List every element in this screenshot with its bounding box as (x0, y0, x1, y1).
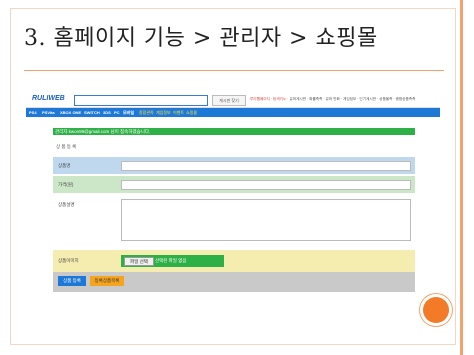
submit-product-button[interactable]: 상품 등록 (58, 276, 86, 286)
image-label: 상품이미지 (58, 258, 79, 263)
price-label: 가격(원) (58, 182, 74, 187)
nav-item-pc[interactable]: PC (114, 110, 120, 115)
site-logo[interactable]: RULIWEB (32, 95, 65, 102)
nav-item-3ds[interactable]: 3DS (103, 110, 111, 115)
file-select-button[interactable]: 파일 선택 (124, 257, 154, 266)
slide-title: 3. 홈페이지 기능 > 관리자 > 쇼핑몰 (24, 26, 378, 51)
admin-screenshot: RULIWEB 게시판 찾기 루리웹페이지 · 탐색키노 · 유머게시판 · 확… (26, 92, 440, 294)
nav-item-mobile[interactable]: 모바일 (123, 110, 134, 116)
nav-item-shop[interactable]: 쇼핑몰 (186, 110, 197, 116)
site-header: RULIWEB 게시판 찾기 루리웹페이지 · 탐색키노 · 유머게시판 · 확… (26, 92, 440, 108)
product-list-button[interactable]: 등록상품목록 (90, 276, 124, 286)
product-name-row: 상품명 (53, 157, 415, 174)
product-name-input[interactable] (121, 161, 411, 171)
nav-item-switch[interactable]: SWITCH (84, 110, 100, 115)
nav-item-hub[interactable]: 종합관족 (139, 110, 154, 116)
description-label: 상품설명 (58, 202, 75, 207)
search-button[interactable]: 게시판 찾기 (212, 95, 246, 106)
description-textarea[interactable] (121, 199, 411, 241)
top-links[interactable]: 루리웹페이지 · 탐색키노 · 유머게시판 · 확률족족 · 유머 만화 · 게… (250, 97, 415, 102)
slide-accent-bar (460, 0, 463, 355)
slide-accent-circle (423, 297, 449, 323)
login-notice: 관리자 kwon99@gmail.com 님이 접속하였습니다. (53, 128, 415, 135)
product-name-label: 상품명 (58, 163, 71, 168)
nav-item-event[interactable]: 이벤트 (173, 110, 184, 116)
form-footer: 상품 등록 등록상품목록 (53, 272, 415, 292)
price-row: 가격(원) (53, 176, 415, 193)
search-input[interactable] (74, 95, 208, 106)
description-row: 상품설명 (53, 199, 415, 249)
nav-item-xbox[interactable]: XBOX ONE (60, 110, 81, 115)
main-nav: PS4 PSVita XBOX ONE SWITCH 3DS PC 모바일 종합… (26, 108, 440, 117)
image-row: 상품이미지 파일 선택 선택된 파일 없음 (53, 250, 415, 272)
file-status: 선택된 파일 없음 (155, 258, 187, 263)
top-links-rest[interactable]: 유머게시판 · 확률족족 · 유머 만화 · 게임정보 · 인기게시판 · 상품… (289, 97, 415, 101)
form-title: 상 품 등 록 (56, 144, 77, 149)
top-links-highlight[interactable]: 루리웹페이지 · 탐색키노 · (250, 97, 289, 101)
title-divider (24, 70, 444, 71)
file-picker: 파일 선택 선택된 파일 없음 (121, 255, 224, 267)
nav-item-gameinfo[interactable]: 게임정보 (156, 110, 171, 116)
price-input[interactable] (121, 180, 411, 190)
nav-item-psvita[interactable]: PSVita (42, 110, 55, 115)
nav-item-ps4[interactable]: PS4 (29, 110, 37, 115)
